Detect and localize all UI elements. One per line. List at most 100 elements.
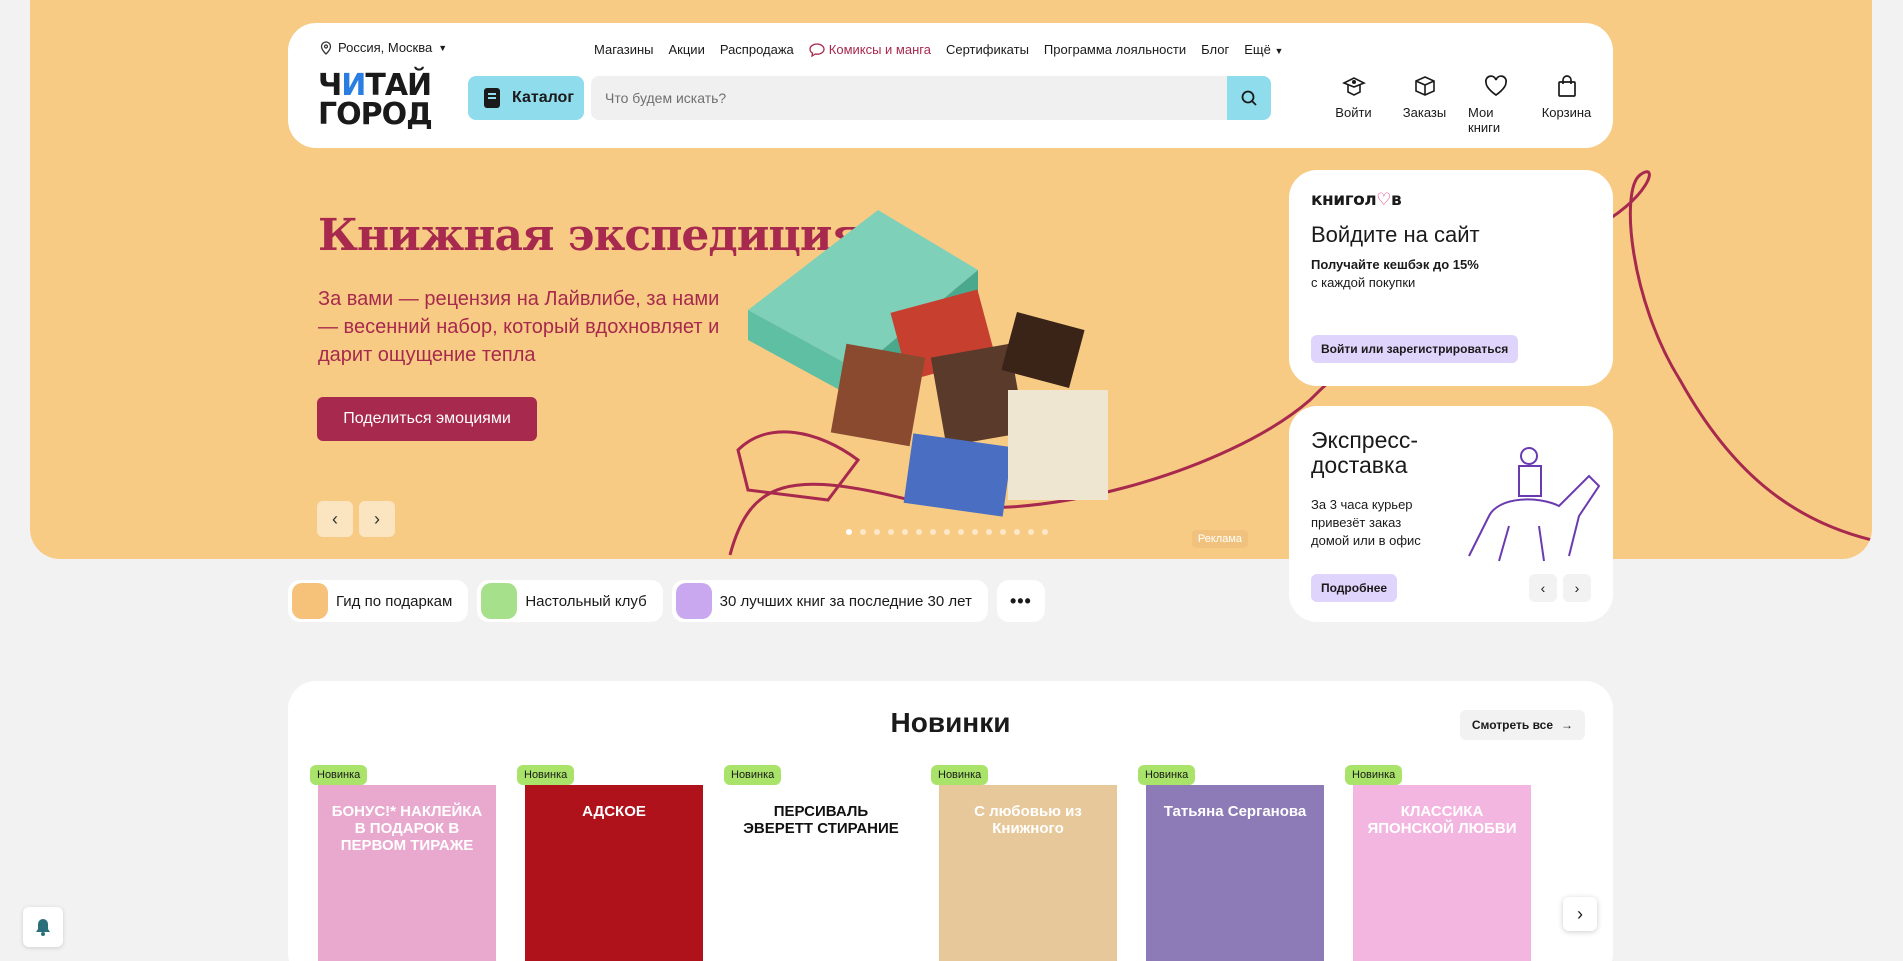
nav-sale[interactable]: Распродажа bbox=[720, 42, 794, 57]
knight-horse-illustration bbox=[1468, 447, 1601, 562]
ellipsis-icon: ••• bbox=[1009, 590, 1032, 611]
catalog-button[interactable]: Каталог bbox=[468, 76, 584, 120]
board-game-icon bbox=[481, 583, 518, 619]
orders-button[interactable]: Заказы bbox=[1389, 73, 1460, 135]
brand-text: книгол bbox=[1311, 190, 1377, 210]
shopping-bag-icon bbox=[1557, 75, 1576, 97]
book-card[interactable]: Новинка БОНУС!* НАКЛЕЙКА В ПОДАРОК В ПЕРВ… bbox=[310, 765, 496, 961]
nav-stores[interactable]: Магазины bbox=[594, 42, 654, 57]
see-all-label: Смотреть все bbox=[1471, 718, 1553, 732]
slide-dot[interactable] bbox=[902, 529, 908, 535]
prev-slide-button[interactable]: ‹ bbox=[317, 501, 353, 537]
user-book-icon bbox=[1341, 77, 1366, 96]
section-title: Новинки bbox=[890, 707, 1011, 738]
nav-more-label: Ещё bbox=[1244, 42, 1271, 57]
catalog-label: Каталог bbox=[512, 89, 574, 106]
slide-dot[interactable] bbox=[1014, 529, 1020, 535]
header-actions: Войти Заказы Мои книги Корзина bbox=[1318, 73, 1602, 135]
chevron-right-icon: › bbox=[374, 508, 380, 529]
next-card-button[interactable]: › bbox=[1563, 574, 1591, 602]
my-books-button[interactable]: Мои книги bbox=[1460, 73, 1531, 135]
slide-dot[interactable] bbox=[916, 529, 922, 535]
banner-arrows: ‹ › bbox=[317, 501, 395, 537]
cashback-text: Получайте кешбэк до 15% bbox=[1311, 257, 1479, 272]
new-badge: Новинка bbox=[724, 765, 782, 785]
chevron-left-icon: ‹ bbox=[1540, 580, 1546, 596]
book-card[interactable]: Новинка С любовью из Книжного bbox=[931, 765, 1117, 961]
book-card[interactable]: Новинка АДСКОЕ bbox=[517, 765, 703, 961]
new-badge: Новинка bbox=[1345, 765, 1403, 785]
slide-dot[interactable] bbox=[1028, 529, 1034, 535]
quick-links: Гид по подаркам Настольный клуб 30 лучши… bbox=[288, 580, 1045, 622]
bell-icon bbox=[36, 919, 50, 936]
nav-certificates[interactable]: Сертификаты bbox=[946, 42, 1029, 57]
book-cover[interactable]: БОНУС!* НАКЛЕЙКА В ПОДАРОК В ПЕРВОМ ТИРА… bbox=[318, 785, 496, 961]
express-delivery-card: Экспресс-доставка За 3 часа курьер приве… bbox=[1289, 406, 1613, 622]
heart-icon: ♡ bbox=[1376, 190, 1391, 210]
login-button[interactable]: Войти bbox=[1318, 73, 1389, 135]
chip-gift-guide[interactable]: Гид по подаркам bbox=[288, 580, 469, 622]
promo-banner[interactable]: Книжная экспедиция За вами — рецензия на… bbox=[288, 170, 1248, 559]
slide-dot[interactable] bbox=[888, 529, 894, 535]
location-selector[interactable]: Россия, Москва ▼ bbox=[320, 40, 447, 55]
slide-indicators bbox=[846, 529, 1048, 535]
book-cover[interactable]: ПЕРСИВАЛЬ ЭВЕРЕТТ СТИРАНИЕ bbox=[732, 785, 910, 961]
book-cover[interactable]: С любовью из Книжного bbox=[939, 785, 1117, 961]
cover-text: Татьяна Серганова bbox=[1163, 803, 1307, 820]
new-badge: Новинка bbox=[310, 765, 368, 785]
nav-blog[interactable]: Блог bbox=[1201, 42, 1229, 57]
next-slide-button[interactable]: › bbox=[359, 501, 395, 537]
arrow-right-icon: → bbox=[1561, 718, 1573, 732]
knigolov-logo: книгол♡в bbox=[1311, 190, 1402, 210]
book-cover[interactable]: Татьяна Серганова bbox=[1146, 785, 1324, 961]
more-chips-button[interactable]: ••• bbox=[996, 580, 1045, 622]
cover-text: С любовью из Книжного bbox=[974, 803, 1082, 837]
chevron-right-icon: › bbox=[1574, 580, 1580, 596]
cart-button[interactable]: Корзина bbox=[1531, 73, 1602, 135]
search-button[interactable] bbox=[1227, 76, 1271, 120]
cashback-subtext: с каждой покупки bbox=[1311, 275, 1416, 290]
chip-label: Настольный клуб bbox=[525, 592, 647, 610]
chip-top-30-books[interactable]: 30 лучших книг за последние 30 лет bbox=[671, 580, 988, 622]
nav-comics[interactable]: Комиксы и манга bbox=[809, 42, 931, 57]
slide-dot[interactable] bbox=[1000, 529, 1006, 535]
delivery-card-arrows: ‹ › bbox=[1529, 574, 1591, 602]
login-card-subtitle: Получайте кешбэк до 15% с каждой покупки bbox=[1311, 256, 1511, 292]
book-cover[interactable]: АДСКОЕ bbox=[525, 785, 703, 961]
nav-more[interactable]: Ещё ▼ bbox=[1244, 42, 1283, 57]
logo-line2: ГОРОД bbox=[318, 97, 433, 132]
site-logo[interactable]: ЧИТАЙ ГОРОД bbox=[318, 71, 433, 132]
books-carousel: Новинка БОНУС!* НАКЛЕЙКА В ПОДАРОК В ПЕРВ… bbox=[310, 765, 1531, 961]
slide-dot[interactable] bbox=[1042, 529, 1048, 535]
slide-dot[interactable] bbox=[944, 529, 950, 535]
more-info-button[interactable]: Подробнее bbox=[1311, 574, 1398, 602]
banner-text: За вами — рецензия на Лайвлибе, за нами … bbox=[318, 288, 720, 366]
nav-promotions[interactable]: Акции bbox=[669, 42, 705, 57]
book-card[interactable]: Новинка КЛАССИКА ЯПОНСКОЙ ЛЮБВИ bbox=[1345, 765, 1531, 961]
slide-dot[interactable] bbox=[874, 529, 880, 535]
book-cover[interactable]: КЛАССИКА ЯПОНСКОЙ ЛЮБВИ bbox=[1353, 785, 1531, 961]
delivery-card-text: За 3 часа курьер привезёт заказ домой ил… bbox=[1311, 497, 1421, 548]
slide-dot[interactable] bbox=[958, 529, 964, 535]
slide-dot[interactable] bbox=[860, 529, 866, 535]
search-input[interactable] bbox=[591, 76, 1191, 120]
see-all-button[interactable]: Смотреть все → bbox=[1459, 710, 1585, 740]
notifications-button[interactable] bbox=[23, 907, 63, 947]
books-next-button[interactable]: › bbox=[1563, 897, 1597, 931]
brand-text-end: в bbox=[1390, 190, 1402, 210]
prev-card-button[interactable]: ‹ bbox=[1529, 574, 1557, 602]
slide-dot[interactable] bbox=[846, 529, 852, 535]
share-emotions-button[interactable]: Поделиться эмоциями bbox=[317, 397, 537, 441]
chip-board-games[interactable]: Настольный клуб bbox=[477, 580, 663, 622]
book-card[interactable]: Новинка Татьяна Серганова bbox=[1138, 765, 1324, 961]
top-nav: Магазины Акции Распродажа Комиксы и манг… bbox=[594, 42, 1283, 57]
new-badge: Новинка bbox=[931, 765, 989, 785]
book-card[interactable]: Новинка ПЕРСИВАЛЬ ЭВЕРЕТТ СТИРАНИЕ bbox=[724, 765, 910, 961]
my-books-label: Мои книги bbox=[1468, 105, 1501, 135]
location-pin-icon bbox=[320, 40, 332, 55]
nav-loyalty[interactable]: Программа лояльности bbox=[1044, 42, 1186, 57]
slide-dot[interactable] bbox=[972, 529, 978, 535]
slide-dot[interactable] bbox=[930, 529, 936, 535]
login-register-button[interactable]: Войти или зарегистрироваться bbox=[1311, 335, 1519, 363]
slide-dot[interactable] bbox=[986, 529, 992, 535]
